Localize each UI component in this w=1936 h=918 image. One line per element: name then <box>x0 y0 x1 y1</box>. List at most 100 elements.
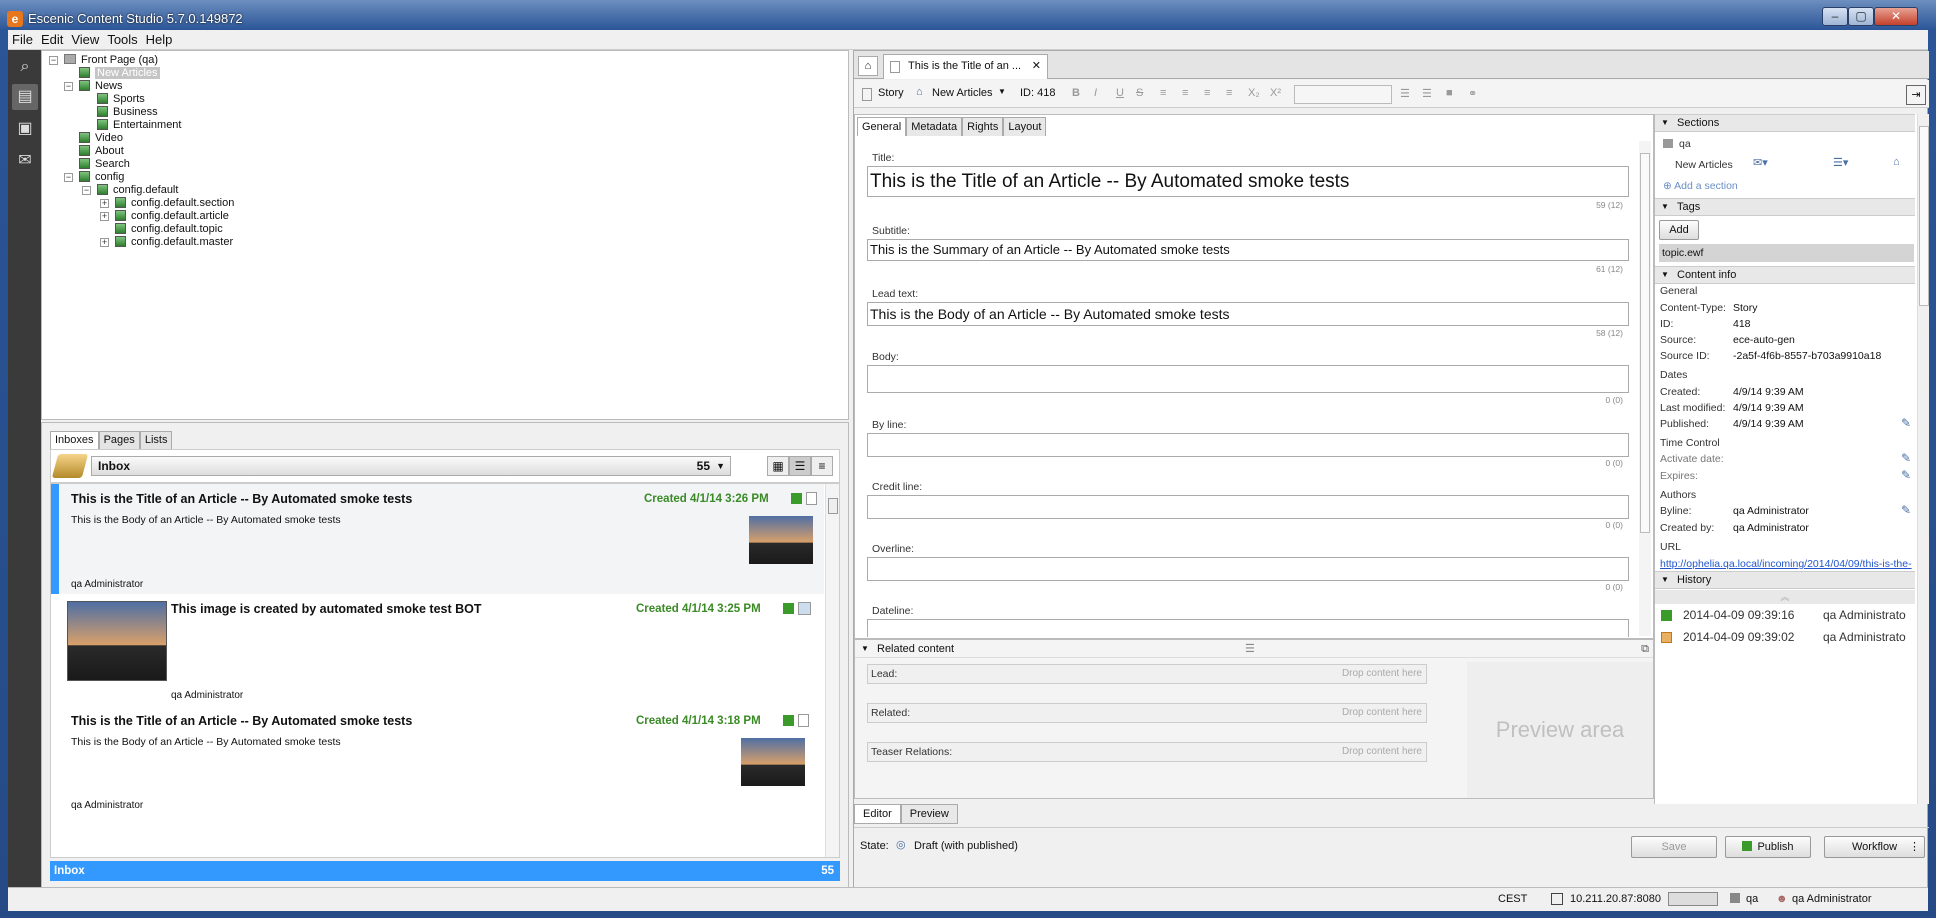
compact-view-icon[interactable]: ≡ <box>811 456 833 476</box>
tags-header[interactable]: Tags <box>1655 198 1915 216</box>
inbox-footer: Inbox 55 <box>50 861 840 881</box>
bullet-list-icon[interactable]: ☰ <box>1400 87 1410 100</box>
save-button[interactable]: Save <box>1631 836 1717 858</box>
tab-inboxes[interactable]: Inboxes <box>50 431 99 449</box>
section-icon <box>115 223 126 234</box>
history-scroll-up-icon[interactable]: ︽ <box>1655 590 1915 604</box>
home-icon[interactable]: ⌂ <box>1893 156 1900 168</box>
dateline-field[interactable] <box>867 619 1629 637</box>
title-bar: e Escenic Content Studio 5.7.0.149872 – … <box>0 0 1936 34</box>
tab-document-label: This is the Title of an ... <box>908 60 1022 72</box>
menu-view[interactable]: View <box>67 30 103 50</box>
tree-node-config-default-master[interactable]: + config.default.master <box>100 235 233 250</box>
sidebar-scrollbar[interactable] <box>1917 114 1929 804</box>
url-link[interactable]: http://ophelia.qa.local/incoming/2014/04… <box>1660 558 1912 570</box>
list-item[interactable]: This is the Title of an Article -- By Au… <box>51 706 824 816</box>
menu-file[interactable]: File <box>8 30 37 50</box>
history-time: 2014-04-09 09:39:02 <box>1683 630 1795 644</box>
strikethrough-icon[interactable]: S <box>1136 87 1143 99</box>
home-section-select[interactable]: New Articles <box>932 87 993 99</box>
list-item[interactable]: This image is created by automated smoke… <box>51 594 824 706</box>
content-info-header[interactable]: Content info <box>1655 266 1915 284</box>
justify-icon[interactable]: ≡ <box>1226 87 1232 99</box>
align-right-icon[interactable]: ≡ <box>1204 87 1210 99</box>
content-icon[interactable]: ▤ <box>12 84 38 110</box>
edit-pencil-icon[interactable]: ✎ <box>1901 451 1911 465</box>
tab-document[interactable]: This is the Title of an ... ✕ <box>883 54 1048 79</box>
overline-field[interactable] <box>867 557 1629 581</box>
superscript-icon[interactable]: X² <box>1270 87 1281 99</box>
tab-editor[interactable]: Editor <box>854 804 901 824</box>
tab-metadata[interactable]: Metadata <box>906 117 963 136</box>
tab-layout[interactable]: Layout <box>1003 117 1047 136</box>
list-scrollbar[interactable] <box>825 484 839 857</box>
close-tab-icon[interactable]: ✕ <box>1032 55 1041 78</box>
tab-pages[interactable]: Pages <box>98 431 140 449</box>
add-section-link[interactable]: ⊕ Add a section <box>1663 180 1738 192</box>
section-icon <box>79 158 90 169</box>
tab-general[interactable]: General <box>857 117 907 136</box>
tab-preview[interactable]: Preview <box>900 804 958 824</box>
menu-tools[interactable]: Tools <box>103 30 141 50</box>
inbox-select[interactable]: Inbox 55 ▼ <box>91 456 731 476</box>
publish-button[interactable]: Publish <box>1725 836 1811 858</box>
date-key: Created: <box>1660 386 1701 398</box>
underline-icon[interactable]: U <box>1116 87 1124 99</box>
info-value: Story <box>1733 302 1758 314</box>
list-item[interactable]: This is the Title of an Article -- By Au… <box>51 484 824 594</box>
side-panel-toggle-icon[interactable]: ⇥ <box>1906 85 1926 105</box>
credit-line-field[interactable] <box>867 495 1629 519</box>
numbered-list-icon[interactable]: ☰ <box>1422 87 1432 100</box>
close-button[interactable]: ✕ <box>1874 7 1918 26</box>
mail-icon[interactable]: ✉▾ <box>1753 156 1768 169</box>
teaser-drop-zone[interactable]: Teaser Relations: Drop content here <box>867 742 1427 762</box>
table-icon[interactable]: ■ <box>1446 87 1453 99</box>
italic-icon[interactable]: I <box>1094 87 1097 99</box>
clipboard-icon[interactable]: ▣ <box>12 116 38 142</box>
sections-header[interactable]: Sections <box>1655 114 1915 132</box>
section-item[interactable]: New Articles <box>1675 159 1733 171</box>
minimize-button[interactable]: – <box>1822 7 1848 26</box>
tag-chip[interactable]: topic.ewf <box>1659 244 1914 262</box>
tab-rights[interactable]: Rights <box>962 117 1004 136</box>
paragraph-style-select[interactable] <box>1294 85 1392 104</box>
folder-icon <box>64 54 76 64</box>
list-icon[interactable]: ☰▾ <box>1833 156 1848 169</box>
maximize-button[interactable]: ▢ <box>1848 7 1874 26</box>
list-view-icon[interactable]: ☰ <box>789 456 811 476</box>
related-content-header[interactable]: ▼ Related content ☰ ⧉ <box>855 640 1653 658</box>
add-tag-button[interactable]: Add <box>1659 220 1699 240</box>
menu-help[interactable]: Help <box>142 30 177 50</box>
menu-edit[interactable]: Edit <box>37 30 67 50</box>
lead-text-field[interactable]: This is the Body of an Article -- By Aut… <box>867 302 1629 326</box>
lead-drop-zone[interactable]: Lead: Drop content here <box>867 664 1427 684</box>
tab-lists[interactable]: Lists <box>139 431 173 449</box>
item-created: Created 4/1/14 3:26 PM <box>644 493 769 505</box>
subtitle-field[interactable]: This is the Summary of an Article -- By … <box>867 239 1629 261</box>
history-header[interactable]: History <box>1655 571 1915 589</box>
mail-icon[interactable]: ✉ <box>12 148 38 174</box>
section-tree: − Front Page (qa) New Articles − News Spor… <box>41 50 849 420</box>
form-scrollbar[interactable] <box>1639 141 1651 636</box>
title-field[interactable]: This is the Title of an Article -- By Au… <box>867 166 1629 197</box>
edit-pencil-icon[interactable]: ✎ <box>1901 503 1911 517</box>
bold-icon[interactable]: B <box>1072 87 1080 99</box>
pin-icon[interactable]: ⌂ <box>858 56 878 76</box>
link-icon[interactable]: ⚭ <box>1468 87 1477 100</box>
body-field[interactable] <box>867 365 1629 393</box>
search-icon[interactable]: ⌕ <box>12 54 38 80</box>
align-left-icon[interactable]: ≡ <box>1160 87 1166 99</box>
popout-icon[interactable]: ⧉ <box>1641 640 1649 658</box>
drag-handle-icon[interactable]: ☰ <box>1245 640 1255 658</box>
chevron-down-icon[interactable]: ▼ <box>998 87 1006 96</box>
edit-pencil-icon[interactable]: ✎ <box>1901 468 1911 482</box>
workflow-button[interactable]: Workflow ⋮ <box>1824 836 1925 858</box>
grid-view-icon[interactable]: ▦ <box>767 456 789 476</box>
subscript-icon[interactable]: X₂ <box>1248 87 1260 99</box>
related-drop-zone[interactable]: Related: Drop content here <box>867 703 1427 723</box>
subtitle-count: 61 (12) <box>1596 264 1623 274</box>
form-tabs: General Metadata Rights Layout <box>857 117 1047 136</box>
edit-pencil-icon[interactable]: ✎ <box>1901 416 1911 430</box>
byline-field[interactable] <box>867 433 1629 457</box>
align-center-icon[interactable]: ≡ <box>1182 87 1188 99</box>
